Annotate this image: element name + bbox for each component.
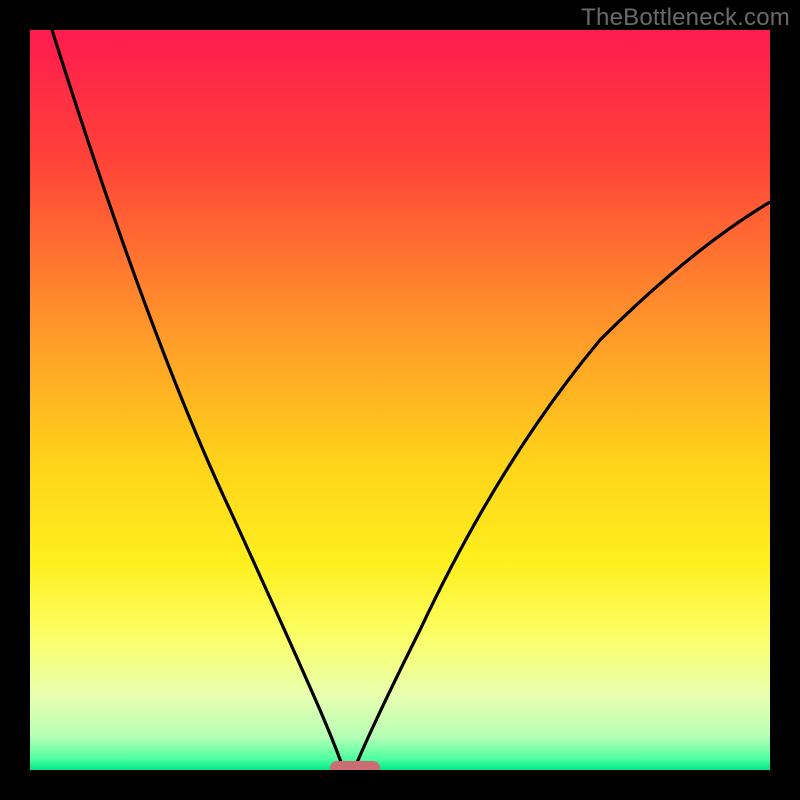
outer-frame: TheBottleneck.com xyxy=(0,0,800,800)
bottleneck-curve xyxy=(30,30,770,770)
optimum-marker xyxy=(330,761,380,770)
curve-left-branch xyxy=(52,30,342,765)
plot-area xyxy=(30,30,770,770)
watermark-text: TheBottleneck.com xyxy=(581,4,790,32)
curve-right-branch xyxy=(356,202,770,765)
